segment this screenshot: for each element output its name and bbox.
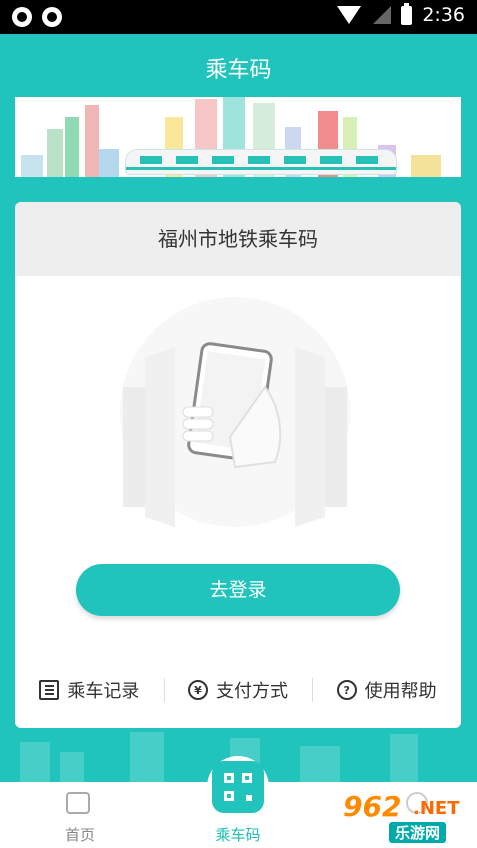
list-icon bbox=[39, 680, 60, 700]
status-bar: 2:36 bbox=[0, 0, 477, 34]
payment-method-label: 支付方式 bbox=[216, 681, 288, 702]
help-icon: ? bbox=[336, 680, 357, 700]
payment-method-button[interactable]: ¥ 支付方式 bbox=[163, 672, 313, 708]
help-label: 使用帮助 bbox=[364, 681, 437, 702]
page-title: 乘车码 bbox=[205, 58, 272, 83]
signal-icon bbox=[371, 6, 392, 24]
tab-ride-code[interactable]: 乘车码 bbox=[198, 756, 278, 848]
watermark-text: 乐游网 bbox=[389, 822, 447, 843]
card-title: 福州市地铁乘车码 bbox=[15, 202, 461, 276]
metro-train bbox=[125, 149, 397, 175]
ride-records-button[interactable]: 乘车记录 bbox=[15, 672, 164, 708]
yuan-icon: ¥ bbox=[188, 680, 208, 700]
ride-code-card: 福州市地铁乘车码 去登录 乘车记录 ¥ 支付方式 ? 使用帮助 bbox=[15, 202, 461, 728]
tab-home-label: 首页 bbox=[64, 826, 95, 844]
tab-ride-code-label: 乘车码 bbox=[215, 826, 261, 844]
phone-illustration bbox=[120, 297, 350, 527]
notification-icon bbox=[42, 7, 62, 27]
watermark-number: 962 bbox=[343, 790, 402, 823]
qr-code-icon bbox=[212, 761, 264, 813]
top-bar: 乘车码 bbox=[0, 34, 477, 98]
wifi-icon bbox=[337, 6, 362, 24]
home-icon bbox=[66, 792, 90, 814]
watermark-net: .NET bbox=[413, 798, 460, 819]
city-banner bbox=[15, 97, 461, 183]
help-button[interactable]: ? 使用帮助 bbox=[312, 672, 461, 708]
ride-records-label: 乘车记录 bbox=[67, 681, 140, 702]
card-actions: 乘车记录 ¥ 支付方式 ? 使用帮助 bbox=[15, 672, 461, 708]
tab-home[interactable]: 首页 bbox=[40, 782, 120, 848]
battery-icon bbox=[401, 2, 413, 25]
login-button[interactable]: 去登录 bbox=[76, 564, 400, 616]
watermark-logo: 962 .NET 乐游网 bbox=[343, 790, 471, 843]
status-time: 2:36 bbox=[422, 4, 465, 26]
notification-icon bbox=[12, 7, 32, 27]
